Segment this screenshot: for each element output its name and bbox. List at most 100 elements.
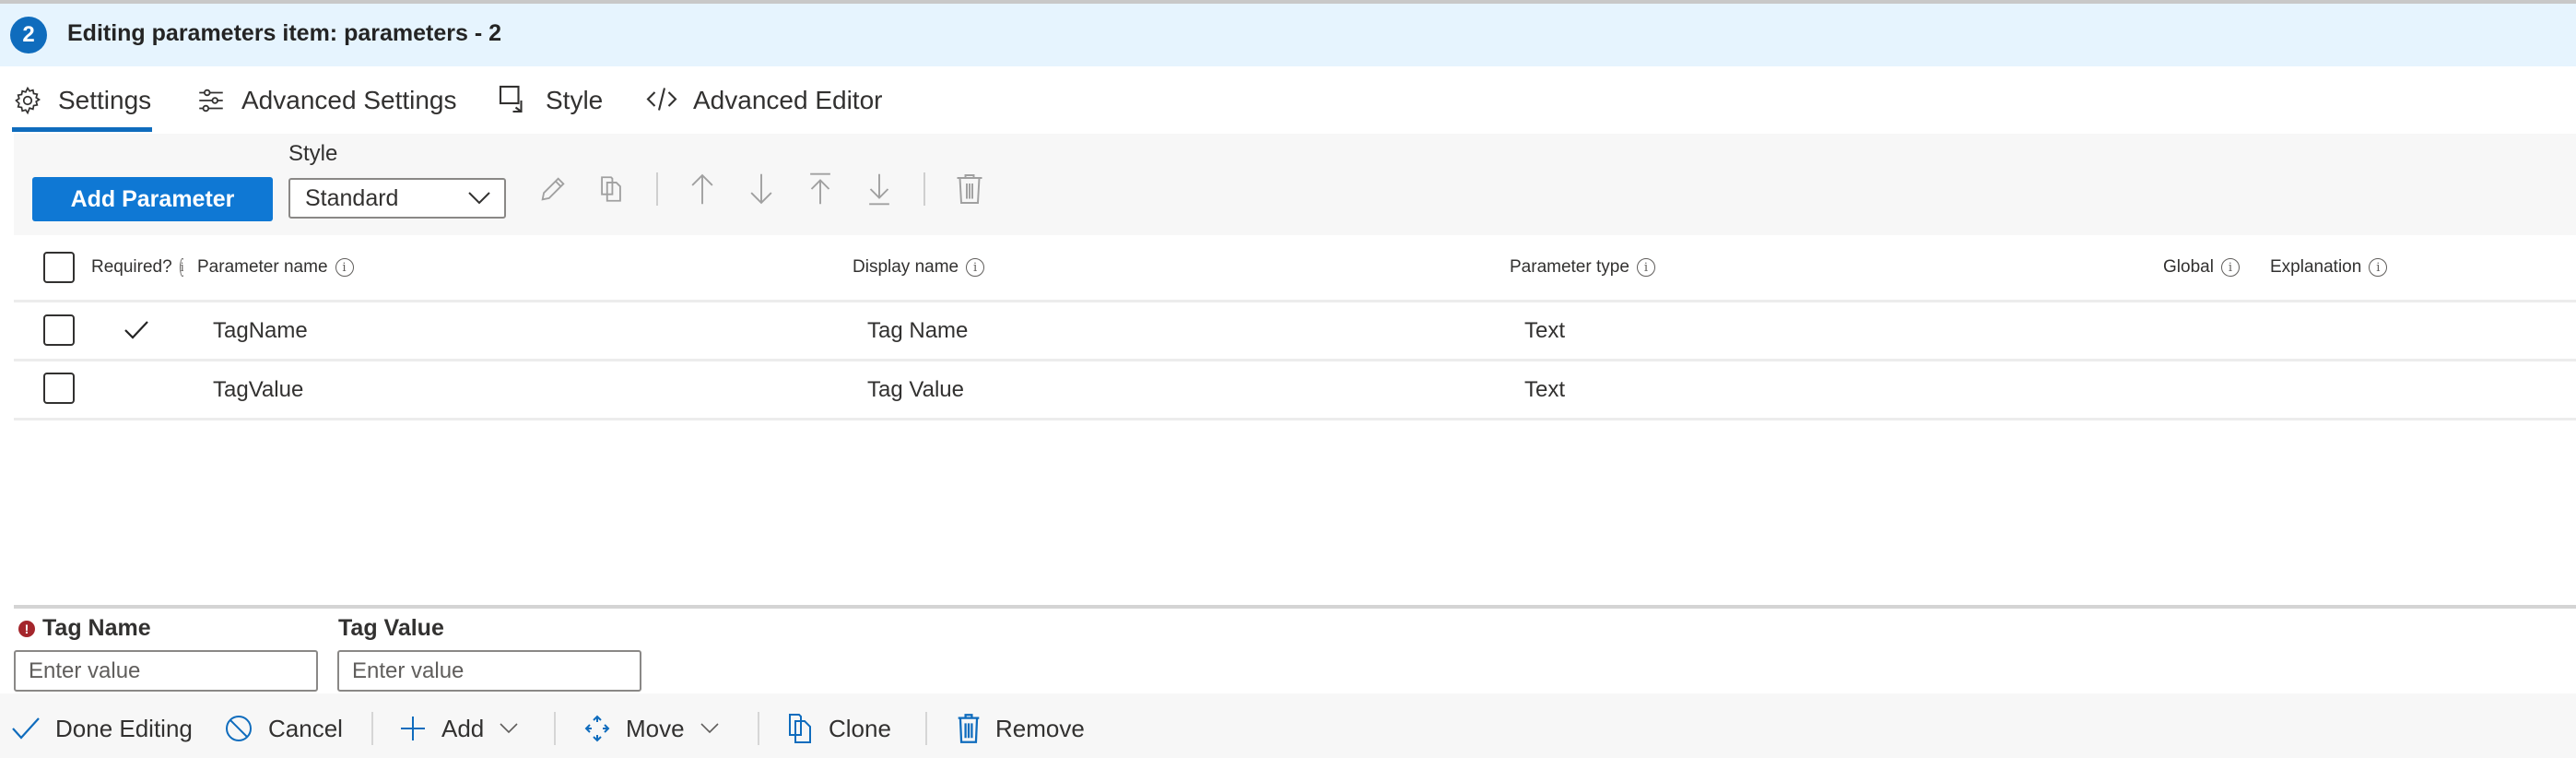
move-to-bottom-icon [869, 173, 889, 206]
footer-separator [758, 712, 759, 745]
chevron-down-icon [700, 723, 719, 734]
style-dropdown[interactable]: Standard [288, 178, 506, 219]
table-row[interactable]: TagValue Tag Value Text [14, 361, 2576, 417]
move-down-button[interactable] [741, 169, 782, 209]
style-icon [499, 85, 523, 113]
clone-button[interactable]: Clone [788, 708, 891, 749]
chevron-down-icon [500, 723, 518, 734]
trash-icon [958, 714, 980, 743]
code-icon [646, 88, 677, 111]
cancel-label: Cancel [268, 714, 343, 742]
column-header-required: Required? i [91, 249, 183, 286]
tab-advanced-settings-label: Advanced Settings [241, 86, 457, 114]
move-up-icon [691, 173, 713, 205]
info-icon[interactable]: i [2369, 258, 2388, 277]
plus-icon [401, 717, 425, 740]
cancel-button[interactable]: Cancel [224, 708, 343, 749]
column-header-explanation: Explanation i [2270, 249, 2388, 286]
column-header-global: Global i [2163, 249, 2240, 286]
move-button[interactable]: Move [583, 708, 735, 749]
cancel-icon [226, 716, 252, 741]
move-label: Move [626, 714, 685, 742]
footer-separator [371, 712, 373, 745]
error-icon: ! [18, 620, 35, 637]
edit-footer [0, 693, 2576, 758]
tag-value-input[interactable] [337, 650, 641, 692]
table-row[interactable]: TagName Tag Name Text [14, 302, 2576, 358]
info-icon[interactable]: i [2220, 258, 2240, 277]
delete-icon [957, 174, 982, 204]
move-down-icon [750, 173, 772, 205]
active-tab-indicator [12, 127, 152, 132]
column-header-parameter-name: Parameter name i [197, 249, 354, 286]
edit-icon [541, 177, 565, 201]
row-divider [14, 418, 2576, 420]
tag-name-input[interactable] [14, 650, 318, 692]
style-dropdown-value: Standard [305, 184, 399, 211]
info-icon[interactable]: i [179, 258, 183, 277]
add-parameter-button[interactable]: Add Parameter [32, 177, 273, 221]
info-icon[interactable]: i [1636, 258, 1655, 277]
toolbar-separator [923, 172, 925, 206]
tab-advanced-settings[interactable]: Advanced Settings [195, 79, 457, 122]
remove-button[interactable]: Remove [957, 708, 1085, 749]
select-all-checkbox[interactable] [43, 252, 75, 283]
clone-label: Clone [829, 714, 891, 742]
step-badge: 2 [10, 17, 47, 53]
sliders-icon [199, 89, 223, 113]
edit-button[interactable] [533, 169, 573, 209]
done-editing-button[interactable]: Done Editing [11, 708, 193, 749]
info-icon[interactable]: i [335, 258, 354, 277]
tag-value-label: Tag Value [338, 615, 444, 642]
tab-settings-label: Settings [58, 86, 152, 114]
tab-settings[interactable]: Settings [12, 79, 151, 122]
parameter-type-cell: Text [1524, 318, 1566, 343]
add-button[interactable]: Add [399, 708, 534, 749]
page-title: Editing parameters item: parameters - 2 [67, 20, 501, 46]
column-header-explanation-label: Explanation [2270, 257, 2362, 277]
done-editing-label: Done Editing [55, 714, 193, 742]
tag-name-label: ! Tag Name [18, 615, 151, 642]
display-name-cell: Tag Name [867, 318, 969, 343]
column-header-global-label: Global [2163, 257, 2214, 277]
preview-divider [14, 605, 2576, 609]
footer-separator [925, 712, 927, 745]
chevron-down-icon [468, 192, 490, 205]
copy-icon [601, 176, 621, 202]
tag-name-label-text: Tag Name [42, 615, 151, 641]
copy-button[interactable] [591, 169, 631, 209]
parameter-type-cell: Text [1524, 377, 1566, 402]
column-header-parameter-type-label: Parameter type [1510, 257, 1629, 277]
parameter-name-cell: TagName [213, 318, 308, 343]
toolbar-separator [656, 172, 658, 206]
checkmark-icon [12, 717, 40, 740]
move-icon [584, 715, 610, 742]
footer-separator [554, 712, 556, 745]
tab-style[interactable]: Style [498, 79, 603, 122]
gear-icon [15, 86, 41, 115]
tab-advanced-editor[interactable]: Advanced Editor [645, 79, 882, 122]
column-header-display-name: Display name i [853, 249, 985, 286]
column-header-parameter-type: Parameter type i [1510, 249, 1655, 286]
info-icon[interactable]: i [966, 258, 985, 277]
tab-style-label: Style [546, 86, 604, 114]
move-to-bottom-button[interactable] [859, 169, 900, 209]
column-header-display-name-label: Display name [853, 257, 959, 277]
row-checkbox[interactable] [43, 373, 75, 404]
remove-label: Remove [995, 714, 1085, 742]
clone-icon [789, 714, 811, 743]
column-header-required-label: Required? [91, 257, 172, 277]
display-name-cell: Tag Value [867, 377, 964, 402]
tab-advanced-editor-label: Advanced Editor [693, 86, 883, 114]
parameter-name-cell: TagValue [213, 377, 304, 402]
move-to-top-button[interactable] [800, 169, 841, 209]
column-header-parameter-name-label: Parameter name [197, 257, 328, 277]
move-to-top-icon [810, 172, 830, 205]
tag-value-label-text: Tag Value [338, 615, 444, 641]
add-label: Add [441, 714, 485, 742]
style-label: Style [288, 141, 338, 166]
required-check-icon [124, 321, 148, 339]
row-checkbox[interactable] [43, 314, 75, 346]
delete-button[interactable] [949, 169, 990, 209]
move-up-button[interactable] [682, 169, 723, 209]
